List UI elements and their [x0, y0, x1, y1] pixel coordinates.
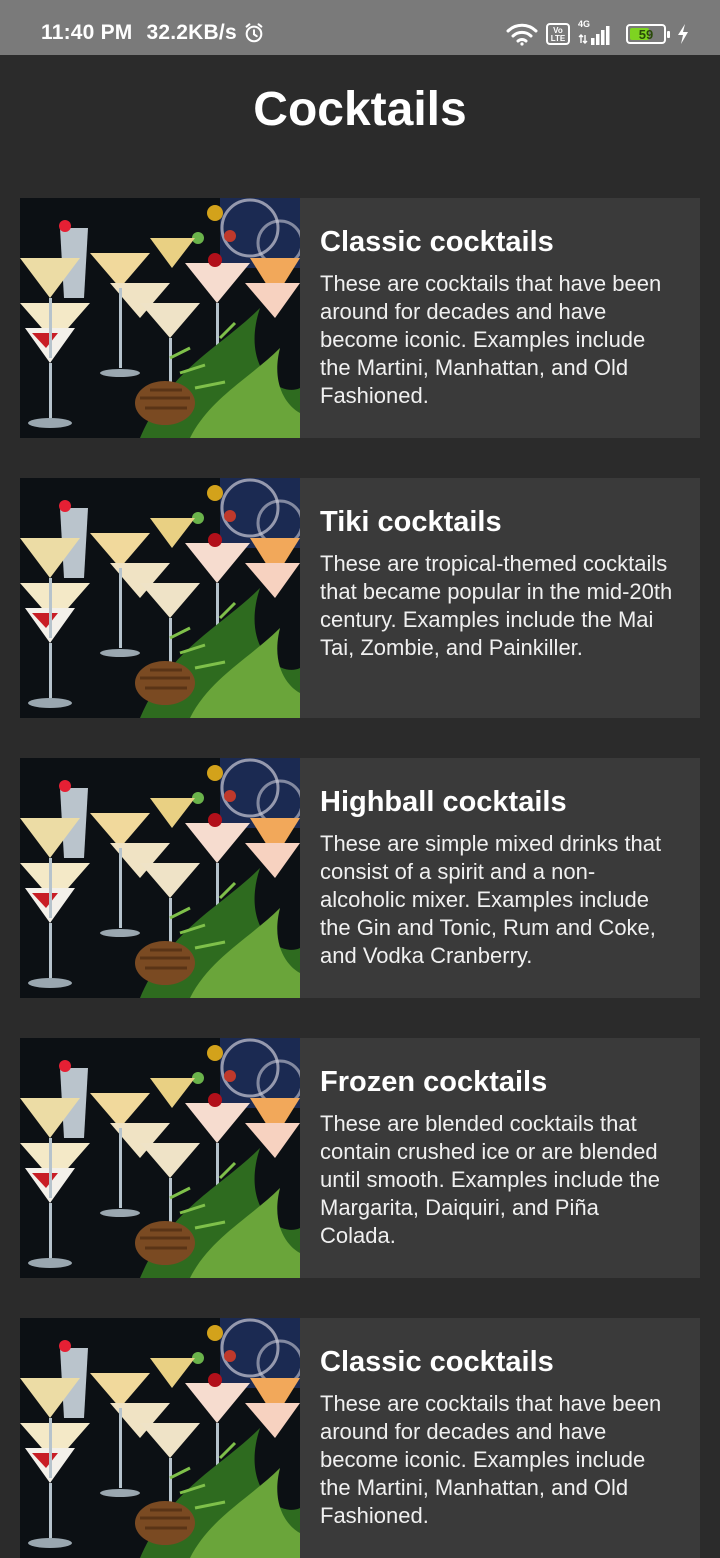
volte-icon: Vo LTE: [546, 23, 570, 45]
card-text: Highball cocktails These are simple mixed…: [300, 758, 700, 998]
status-time: 11:40 PM: [41, 21, 133, 44]
cocktail-card[interactable]: Frozen cocktails These are blended cockta…: [20, 1038, 700, 1278]
cocktail-card[interactable]: Classic cocktails These are cocktails tha…: [20, 1318, 700, 1558]
status-bar: 11:40 PM 32.2KB/s Vo LTE 4G 59: [0, 0, 720, 55]
cocktail-card[interactable]: Classic cocktails These are cocktails tha…: [20, 198, 700, 438]
signal-icon: 4G: [578, 19, 614, 47]
card-title: Tiki cocktails: [320, 506, 502, 538]
cocktail-image: [20, 198, 300, 438]
card-title: Classic cocktails: [320, 1346, 554, 1378]
charging-icon: [678, 24, 688, 44]
card-title: Highball cocktails: [320, 786, 567, 818]
page-title: Cocktails: [253, 83, 467, 136]
card-text: Classic cocktails These are cocktails tha…: [300, 1318, 700, 1558]
network-speed: 32.2KB/s: [146, 21, 237, 44]
card-description: These are cocktails that have been aroun…: [320, 1391, 662, 1528]
card-title: Classic cocktails: [320, 226, 554, 258]
card-title: Frozen cocktails: [320, 1066, 548, 1098]
battery-icon: 59: [626, 24, 670, 44]
cocktail-card[interactable]: Highball cocktails These are simple mixed…: [20, 758, 700, 998]
cocktail-image: [20, 478, 300, 718]
card-description: These are simple mixed drinks that consi…: [320, 831, 662, 968]
cocktail-image: [20, 1318, 300, 1558]
status-left: 11:40 PM 32.2KB/s: [41, 21, 265, 45]
alarm-icon: [245, 23, 263, 43]
card-description: These are tropical-themed cocktails that…: [320, 551, 673, 660]
card-text: Classic cocktails These are cocktails tha…: [300, 198, 700, 438]
cocktail-image: [20, 1038, 300, 1278]
card-description: These are blended cocktails that contain…: [320, 1111, 660, 1248]
wifi-icon: [506, 23, 538, 46]
status-right: Vo LTE 4G 59: [506, 18, 690, 50]
card-text: Frozen cocktails These are blended cockta…: [300, 1038, 700, 1278]
battery-level: 59: [638, 26, 654, 42]
cocktail-image: [20, 758, 300, 998]
card-description: These are cocktails that have been aroun…: [320, 271, 662, 408]
card-text: Tiki cocktails These are tropical-themed …: [300, 478, 700, 718]
cocktail-card[interactable]: Tiki cocktails These are tropical-themed …: [20, 478, 700, 718]
